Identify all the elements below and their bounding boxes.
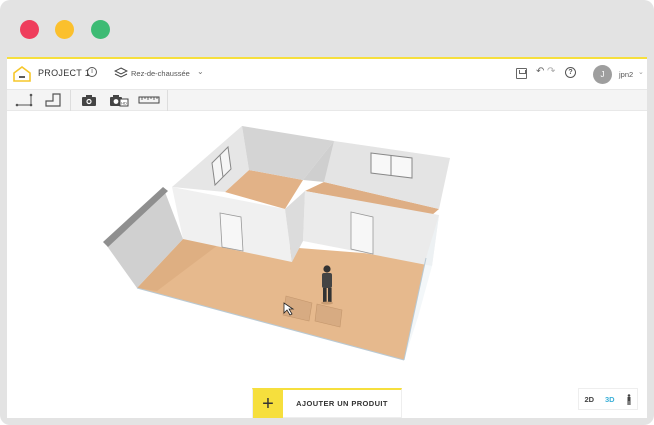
undo-icon[interactable]: ↶ — [536, 66, 544, 77]
user-avatar[interactable]: J — [593, 65, 612, 84]
layers-icon[interactable] — [114, 67, 128, 79]
user-menu-chevron-icon[interactable]: ⌄ — [638, 68, 644, 76]
photo-render-icon: HD — [110, 95, 129, 107]
3d-viewport[interactable]: + - — [7, 111, 647, 418]
view-mode-switch: 2D 3D — [578, 388, 638, 410]
photo-render-button[interactable]: HD — [107, 90, 131, 110]
add-product-button[interactable]: + AJOUTER UN PRODUIT — [252, 388, 402, 418]
camera-tool-button[interactable] — [78, 90, 100, 110]
view-2d-button[interactable]: 2D — [584, 395, 594, 404]
svg-text:HD: HD — [121, 101, 127, 106]
app-content: PROJECT 1 i Rez-de-chaussée ⌄ ↶ ↷ ? J jp… — [7, 57, 647, 418]
save-icon[interactable] — [516, 68, 527, 79]
top-bar: PROJECT 1 i Rez-de-chaussée ⌄ ↶ ↷ ? J jp… — [7, 59, 647, 89]
maximize-window-button[interactable] — [91, 20, 110, 39]
room-tool-button[interactable] — [42, 90, 64, 110]
app-window-frame: PROJECT 1 i Rez-de-chaussée ⌄ ↶ ↷ ? J jp… — [0, 0, 654, 425]
walk-mode-person-icon[interactable] — [626, 393, 632, 405]
level-selector[interactable]: Rez-de-chaussée — [131, 69, 190, 78]
project-title[interactable]: PROJECT 1 — [38, 68, 90, 78]
add-product-label: AJOUTER UN PRODUIT — [296, 399, 388, 408]
help-icon[interactable]: ? — [565, 67, 576, 78]
wall-tool-button[interactable] — [13, 90, 35, 110]
ruler-icon — [138, 96, 160, 104]
chevron-down-icon[interactable]: ⌄ — [197, 67, 204, 76]
measure-tool-button[interactable] — [137, 90, 161, 110]
room-tool-icon — [45, 93, 61, 107]
home-logo-icon[interactable] — [13, 66, 31, 82]
plus-icon: + — [253, 390, 283, 418]
tool-bar: HD — [7, 89, 647, 112]
redo-icon[interactable]: ↷ — [547, 66, 555, 77]
info-icon[interactable]: i — [87, 67, 97, 77]
toolbar-separator — [70, 90, 71, 112]
floor-plan-3d-view[interactable] — [7, 111, 647, 418]
zoom-out-button[interactable]: - — [620, 416, 634, 418]
wall-tool-icon — [15, 93, 33, 107]
room-2-door[interactable] — [350, 211, 374, 255]
room-1-door[interactable] — [219, 212, 244, 252]
close-window-button[interactable] — [20, 20, 39, 39]
camera-icon — [82, 94, 96, 106]
username[interactable]: jpn2 — [619, 70, 633, 79]
view-3d-button[interactable]: 3D — [605, 395, 615, 404]
toolbar-separator — [167, 90, 168, 112]
minimize-window-button[interactable] — [55, 20, 74, 39]
